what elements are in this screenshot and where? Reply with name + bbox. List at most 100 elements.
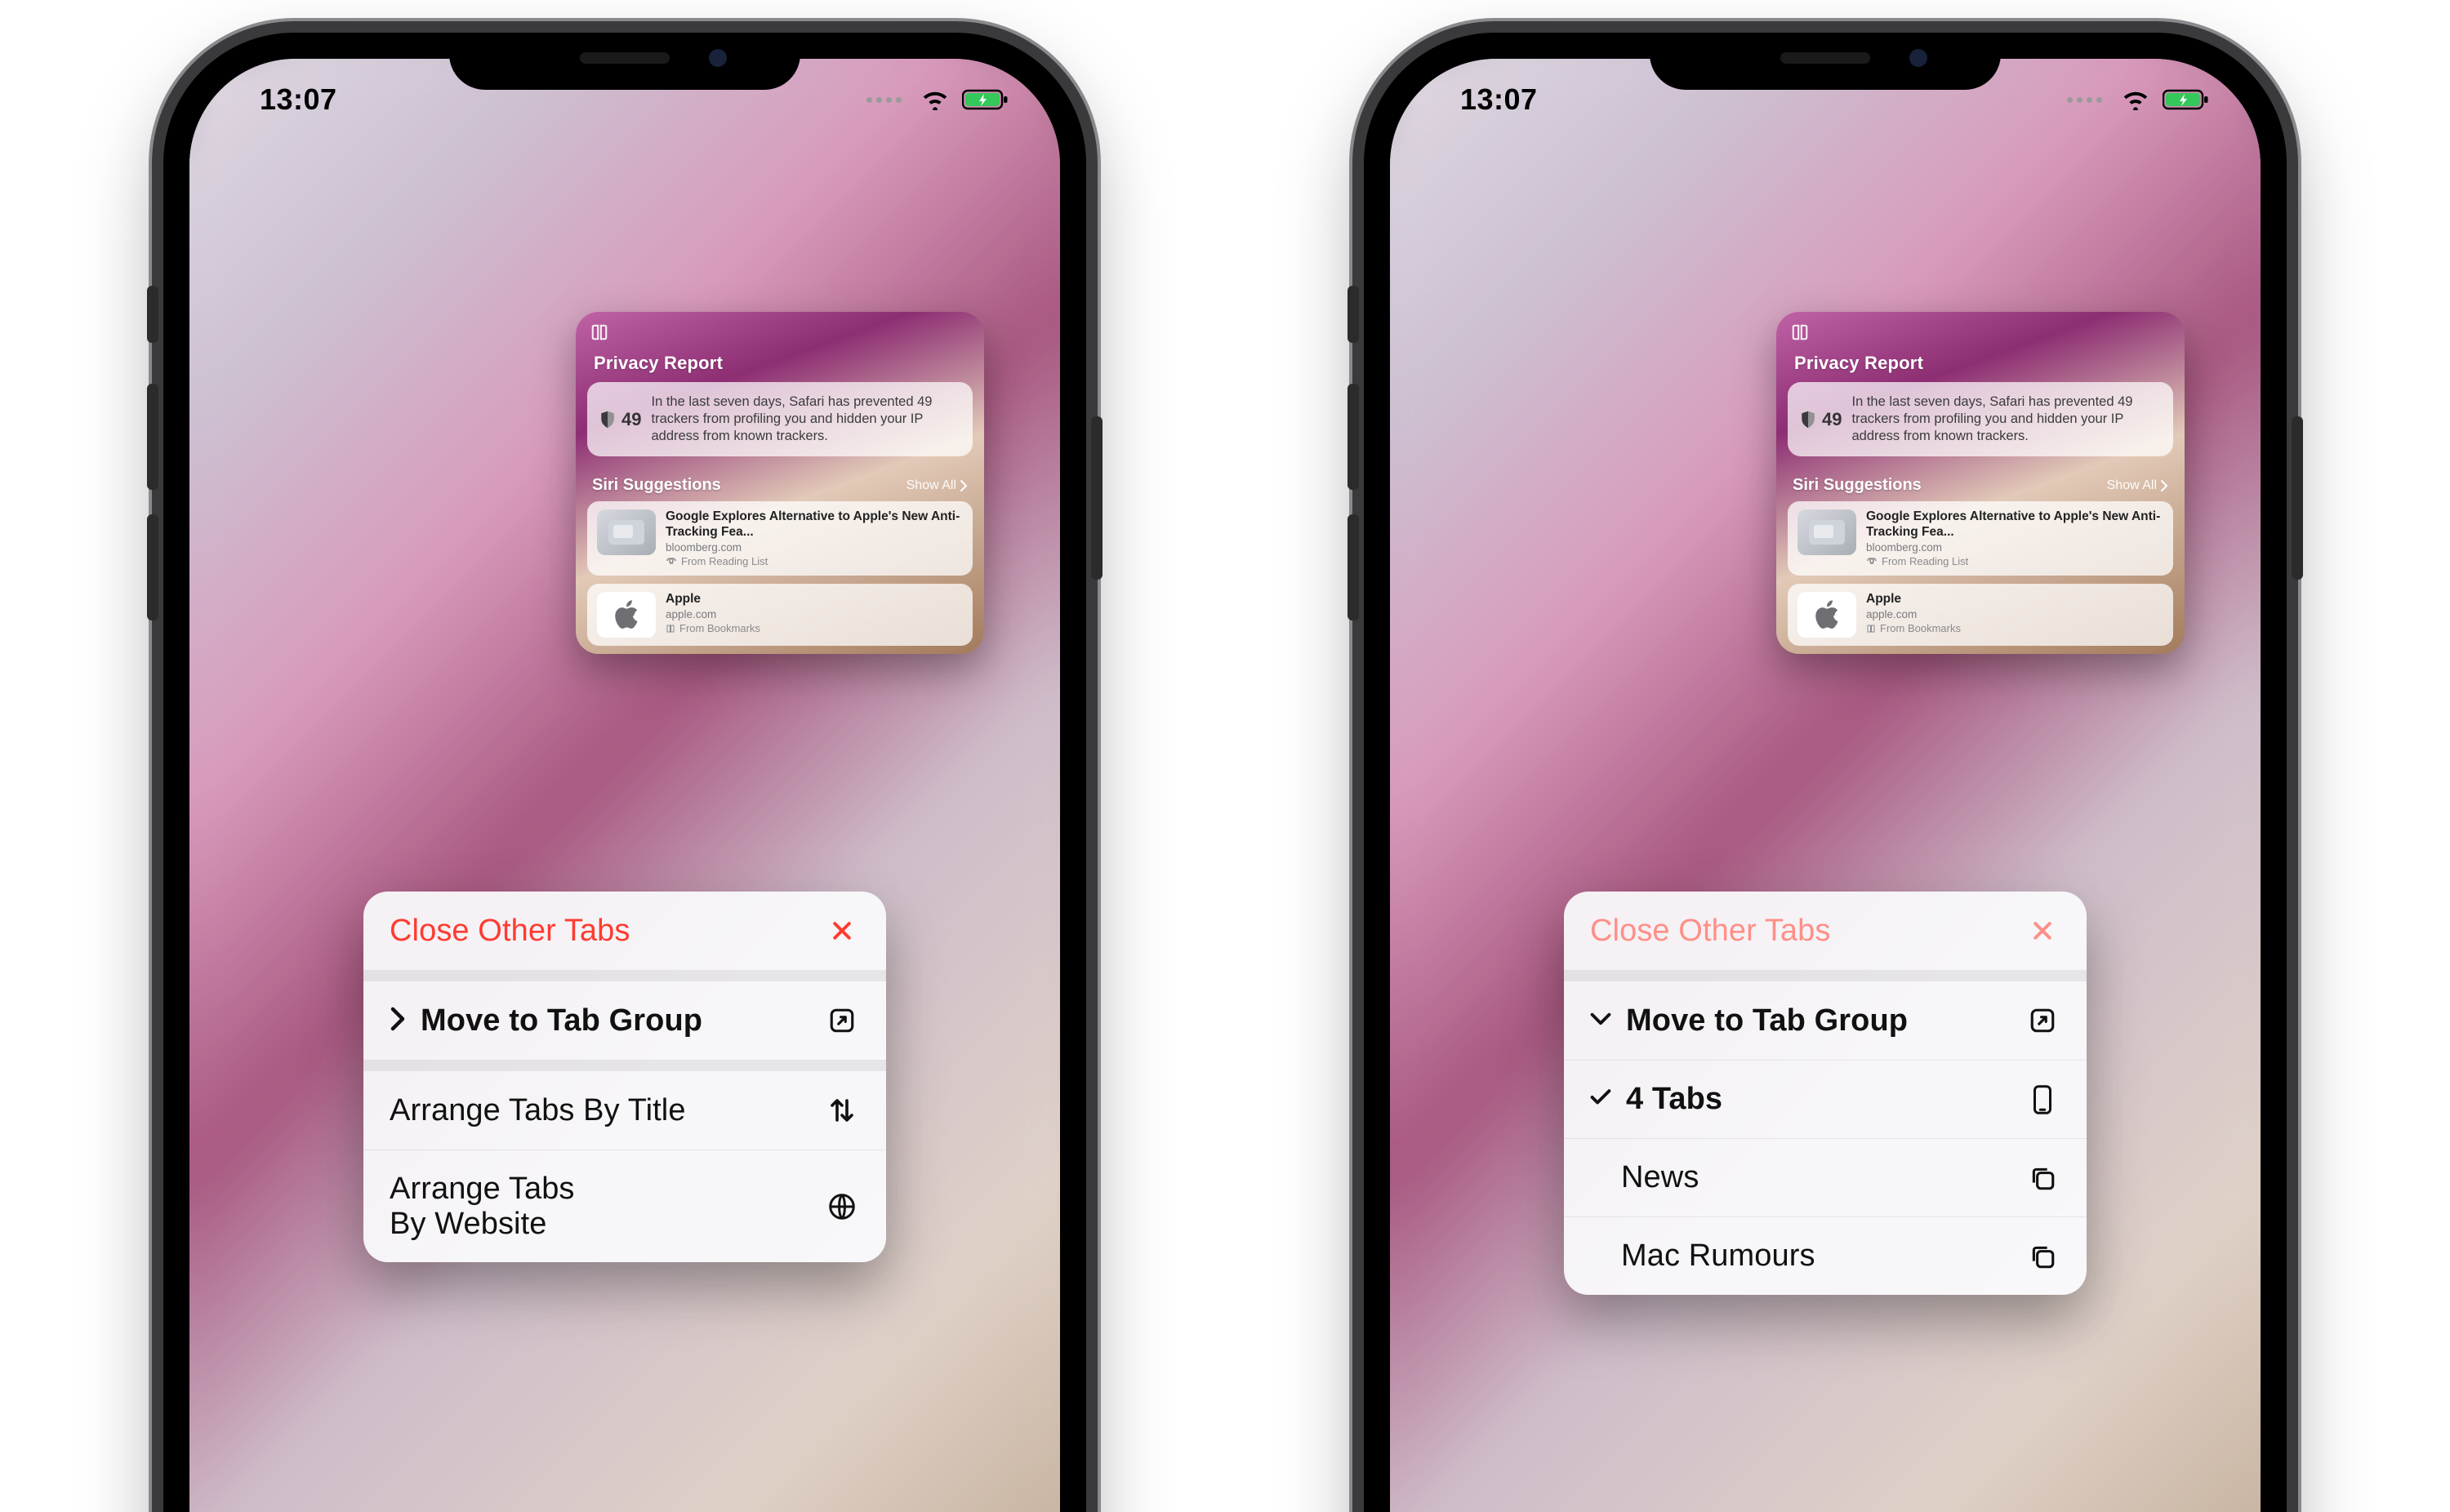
move-to-tab-group-label: Move to Tab Group — [421, 1003, 702, 1038]
bookmarks-icon — [1791, 323, 1809, 345]
suggestion-source: From Reading List — [666, 555, 963, 567]
tab-group-label: Mac Rumours — [1621, 1239, 1815, 1274]
suggestion-title: Google Explores Alternative to Apple's N… — [666, 509, 963, 540]
volume-down-button — [147, 514, 158, 620]
tab-preview-card[interactable]: Privacy Report 49 In the last seven days… — [576, 312, 984, 654]
suggestion-domain: apple.com — [666, 608, 760, 620]
suggestion-thumbnail — [597, 509, 656, 555]
apple-logo-icon — [1813, 598, 1841, 631]
chevron-right-icon — [2160, 480, 2168, 491]
move-to-tab-group-label: Move to Tab Group — [1626, 1003, 1908, 1038]
power-button — [2292, 416, 2303, 580]
status-time: 13:07 — [1460, 82, 1538, 117]
chevron-right-icon — [390, 1007, 406, 1035]
wifi-icon — [2122, 89, 2149, 110]
privacy-report-card[interactable]: 49 In the last seven days, Safari has pr… — [587, 382, 973, 456]
chevron-right-icon — [960, 480, 968, 491]
open-externally-icon — [824, 1007, 860, 1034]
battery-charging-icon — [962, 88, 1009, 111]
battery-charging-icon — [2163, 88, 2210, 111]
close-other-tabs-label: Close Other Tabs — [1590, 914, 1831, 949]
tab-group-current-item[interactable]: 4 Tabs — [1564, 1060, 2087, 1138]
suggestion-title: Apple — [1866, 592, 1961, 607]
context-menu: Close Other Tabs Move to Tab Group — [363, 892, 886, 1262]
mute-switch — [147, 286, 158, 343]
suggestion-domain: apple.com — [1866, 608, 1961, 620]
page-dots — [866, 97, 902, 103]
reading-list-icon — [666, 557, 677, 565]
close-other-tabs-item[interactable]: Close Other Tabs — [1564, 892, 2087, 970]
close-other-tabs-label: Close Other Tabs — [390, 914, 630, 949]
suggestion-item[interactable]: Google Explores Alternative to Apple's N… — [587, 501, 973, 576]
screen-left: 13:07 Privacy Report — [189, 59, 1060, 1512]
tab-preview-card[interactable]: Privacy Report 49 In the last seven days… — [1776, 312, 2185, 654]
move-to-tab-group-item[interactable]: Move to Tab Group — [363, 981, 886, 1060]
show-all-link[interactable]: Show All — [2107, 478, 2168, 493]
suggestion-domain: bloomberg.com — [1866, 541, 2163, 554]
arrange-by-website-item[interactable]: Arrange Tabs By Website — [363, 1150, 886, 1262]
globe-icon — [824, 1192, 860, 1221]
status-time: 13:07 — [260, 82, 337, 117]
shield-icon: 49 — [599, 409, 641, 430]
privacy-report-text: In the last seven days, Safari has preve… — [651, 394, 961, 445]
privacy-report-card[interactable]: 49 In the last seven days, Safari has pr… — [1788, 382, 2173, 456]
suggestion-source: From Bookmarks — [1866, 622, 1961, 634]
suggestion-source: From Reading List — [1866, 555, 2163, 567]
device-phone-icon — [2025, 1084, 2060, 1115]
tab-group-item[interactable]: News — [1564, 1138, 2087, 1216]
show-all-label: Show All — [906, 478, 956, 493]
wifi-icon — [921, 89, 949, 110]
suggestion-title: Apple — [666, 592, 760, 607]
tab-group-stack-icon — [2025, 1164, 2060, 1192]
suggestion-item[interactable]: Apple apple.com From Bookmarks — [587, 584, 973, 646]
power-button — [1091, 416, 1102, 580]
suggestion-thumbnail — [1797, 509, 1856, 555]
menu-separator — [1564, 970, 2087, 981]
siri-suggestions-header: Siri Suggestions Show All — [576, 468, 984, 501]
checkmark-icon — [1590, 1088, 1611, 1110]
arrange-by-website-label: Arrange Tabs By Website — [390, 1172, 575, 1241]
chevron-down-icon — [1590, 1011, 1611, 1031]
suggestion-title: Google Explores Alternative to Apple's N… — [1866, 509, 2163, 540]
tab-group-label: News — [1621, 1160, 1699, 1195]
apple-logo-icon — [612, 598, 640, 631]
reading-list-icon — [1866, 557, 1878, 565]
menu-separator — [363, 1060, 886, 1071]
page-dots — [2067, 97, 2102, 103]
suggestion-thumbnail — [597, 592, 656, 638]
show-all-label: Show All — [2107, 478, 2157, 493]
bookmark-icon — [666, 624, 675, 634]
tab-group-stack-icon — [2025, 1243, 2060, 1270]
open-externally-icon — [2025, 1007, 2060, 1034]
arrange-by-title-label: Arrange Tabs By Title — [390, 1093, 686, 1128]
menu-separator — [363, 970, 886, 981]
context-menu-expanded: Close Other Tabs Move to Tab Group — [1564, 892, 2087, 1295]
siri-suggestions-title: Siri Suggestions — [592, 476, 721, 495]
suggestion-item[interactable]: Apple apple.com From Bookmarks — [1788, 584, 2173, 646]
notch — [1650, 33, 2001, 90]
close-other-tabs-item[interactable]: Close Other Tabs — [363, 892, 886, 970]
bookmarks-icon — [590, 323, 608, 345]
sort-icon — [824, 1096, 860, 1125]
phone-frame-right: 13:07 Privacy Report — [1364, 33, 2287, 1512]
arrange-by-title-item[interactable]: Arrange Tabs By Title — [363, 1071, 886, 1150]
phone-frame-left: 13:07 Privacy Report — [163, 33, 1086, 1512]
tab-group-current-label: 4 Tabs — [1626, 1082, 1722, 1117]
screen-right: 13:07 Privacy Report — [1390, 59, 2261, 1512]
suggestion-domain: bloomberg.com — [666, 541, 963, 554]
volume-up-button — [147, 384, 158, 490]
show-all-link[interactable]: Show All — [906, 478, 968, 493]
privacy-report-title: Privacy Report — [576, 312, 984, 382]
close-icon — [824, 918, 860, 943]
tracker-count: 49 — [621, 409, 641, 430]
tracker-count: 49 — [1822, 409, 1842, 430]
privacy-report-title: Privacy Report — [1776, 312, 2185, 382]
close-icon — [2025, 918, 2060, 943]
mute-switch — [1348, 286, 1359, 343]
siri-suggestions-title: Siri Suggestions — [1793, 476, 1922, 495]
notch — [449, 33, 800, 90]
tab-group-item[interactable]: Mac Rumours — [1564, 1216, 2087, 1295]
volume-down-button — [1348, 514, 1359, 620]
move-to-tab-group-item[interactable]: Move to Tab Group — [1564, 981, 2087, 1060]
suggestion-item[interactable]: Google Explores Alternative to Apple's N… — [1788, 501, 2173, 576]
